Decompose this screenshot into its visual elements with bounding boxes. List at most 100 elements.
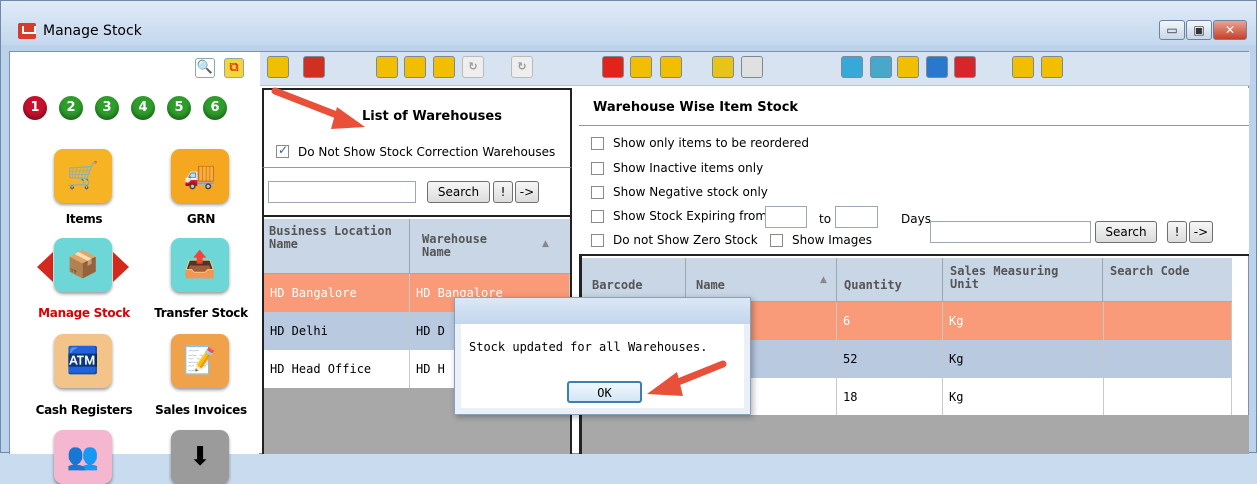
stock-in-icon[interactable] bbox=[376, 56, 398, 78]
step-3-button[interactable]: 3 bbox=[95, 96, 119, 120]
window-title: Manage Stock bbox=[43, 23, 142, 39]
step-6-button[interactable]: 6 bbox=[203, 96, 227, 120]
step-1-button[interactable]: 1 bbox=[23, 96, 47, 120]
returns-tile[interactable]: ⬇ bbox=[171, 430, 229, 484]
items-search-input[interactable] bbox=[930, 221, 1091, 243]
sales-invoices-label[interactable]: Sales Invoices bbox=[141, 403, 261, 417]
stock-adjust-icon[interactable] bbox=[433, 56, 455, 78]
next-arrow-icon[interactable] bbox=[113, 252, 129, 282]
items-search-button[interactable]: Search bbox=[1095, 221, 1157, 243]
chart-icon[interactable] bbox=[841, 56, 863, 78]
edit-icon[interactable] bbox=[926, 56, 948, 78]
show-images-checkbox[interactable] bbox=[770, 234, 783, 247]
refresh-icon[interactable]: ↻ bbox=[462, 56, 484, 78]
annotation-arrow-1 bbox=[271, 87, 365, 129]
expiring-to-input[interactable] bbox=[835, 206, 878, 228]
col-business-location[interactable]: Business Location Name bbox=[269, 225, 399, 251]
warehouses-search-bar: Search ! -> bbox=[262, 171, 572, 217]
inactive-checkbox[interactable] bbox=[591, 162, 604, 175]
col-barcode[interactable]: Barcode bbox=[592, 279, 643, 292]
cash-registers-label[interactable]: Cash Registers bbox=[24, 403, 144, 417]
stock-trolley-icon: 📦 bbox=[66, 250, 100, 280]
customers-tile[interactable]: 👥 bbox=[54, 430, 112, 484]
step-2-button[interactable]: 2 bbox=[59, 96, 83, 120]
to-label: to bbox=[819, 212, 832, 226]
items-grid-header: Barcode Name ▲ Quantity Sales Measuring … bbox=[582, 258, 1232, 302]
title-bar[interactable]: Manage Stock ▭ ▣ ✕ bbox=[1, 1, 1256, 45]
manage-stock-tile[interactable]: 📦 bbox=[54, 238, 112, 292]
reorder-checkbox[interactable] bbox=[591, 137, 604, 150]
zero-stock-label: Do not Show Zero Stock bbox=[613, 233, 758, 247]
search-icon[interactable]: 🔍 bbox=[195, 58, 215, 78]
transfer-stock-label[interactable]: Transfer Stock bbox=[141, 306, 261, 320]
stock-import-icon[interactable] bbox=[660, 56, 682, 78]
expiring-label: Show Stock Expiring from bbox=[613, 209, 768, 223]
sales-invoices-tile[interactable]: 📝 bbox=[171, 334, 229, 388]
col-quantity[interactable]: Quantity bbox=[844, 279, 902, 292]
customers-icon: 👥 bbox=[66, 442, 100, 472]
warehouse-location-cell: HD Head Office bbox=[264, 350, 410, 388]
days-label: Days bbox=[901, 212, 931, 226]
stock-move-icon[interactable] bbox=[741, 56, 763, 78]
items-clear-button[interactable]: ! bbox=[1167, 221, 1187, 243]
barcode-icon[interactable] bbox=[954, 56, 976, 78]
barcode-print-icon[interactable] bbox=[602, 56, 624, 78]
warehouses-title: List of Warehouses bbox=[362, 109, 502, 124]
copy-icon[interactable]: ⧉ bbox=[224, 58, 244, 78]
items-label[interactable]: Items bbox=[24, 212, 144, 226]
warehouses-search-button[interactable]: Search bbox=[427, 181, 490, 203]
app-cart-icon bbox=[18, 23, 36, 39]
swap-icon[interactable] bbox=[630, 56, 652, 78]
close-button[interactable]: ✕ bbox=[1213, 20, 1247, 40]
rotate-icon[interactable] bbox=[712, 56, 734, 78]
hide-correction-checkbox[interactable] bbox=[276, 143, 289, 158]
cart-add-icon[interactable] bbox=[897, 56, 919, 78]
col-sales-unit[interactable]: Sales Measuring Unit bbox=[950, 265, 1080, 291]
step-4-button[interactable]: 4 bbox=[131, 96, 155, 120]
items-next-button[interactable]: -> bbox=[1189, 221, 1213, 243]
refresh-alt-icon[interactable]: ↻ bbox=[511, 56, 533, 78]
items-header-box: Warehouse Wise Item Stock bbox=[579, 88, 1249, 126]
grn-label[interactable]: GRN bbox=[141, 212, 261, 226]
inactive-label: Show Inactive items only bbox=[613, 161, 764, 175]
transfer-icon: 📤 bbox=[183, 250, 217, 280]
item-unit-cell: Kg bbox=[943, 340, 1104, 378]
price-icon[interactable] bbox=[870, 56, 892, 78]
negative-checkbox[interactable] bbox=[591, 186, 604, 199]
zero-stock-checkbox[interactable] bbox=[591, 234, 604, 247]
checklist-icon[interactable] bbox=[1012, 56, 1034, 78]
manage-stock-label[interactable]: Manage Stock bbox=[24, 306, 144, 320]
warehouses-next-button[interactable]: -> bbox=[515, 181, 539, 203]
dialog-title-bar[interactable] bbox=[455, 298, 750, 324]
minimize-button[interactable]: ▭ bbox=[1159, 20, 1185, 40]
col-warehouse-name[interactable]: Warehouse Name bbox=[422, 233, 522, 259]
grn-tile[interactable]: 🚚 bbox=[171, 149, 229, 203]
cart-icon: 🛒 bbox=[66, 161, 100, 191]
negative-label: Show Negative stock only bbox=[613, 185, 768, 199]
items-grid-empty bbox=[582, 415, 1249, 454]
truck-icon: 🚚 bbox=[183, 161, 217, 191]
left-navigation: 🔍 ⧉ 123456 🛒 Items 🚚 GRN 📦 Manage Stock … bbox=[10, 52, 261, 484]
transfer-stock-tile[interactable]: 📤 bbox=[171, 238, 229, 292]
grid-columns-icon[interactable] bbox=[267, 56, 289, 78]
item-code-cell bbox=[1104, 340, 1232, 378]
col-search-code[interactable]: Search Code bbox=[1110, 265, 1190, 278]
warehouses-search-input[interactable] bbox=[268, 181, 416, 203]
hide-correction-label: Do Not Show Stock Correction Warehouses bbox=[298, 145, 556, 159]
cash-registers-tile[interactable]: 🏧 bbox=[54, 334, 112, 388]
warehouses-clear-button[interactable]: ! bbox=[493, 181, 513, 203]
stock-out-icon[interactable] bbox=[404, 56, 426, 78]
col-name[interactable]: Name bbox=[696, 279, 725, 292]
expiring-checkbox[interactable] bbox=[591, 210, 604, 223]
reorder-label: Show only items to be reordered bbox=[613, 136, 810, 150]
sync-icon[interactable] bbox=[1041, 56, 1063, 78]
maximize-button[interactable]: ▣ bbox=[1186, 20, 1212, 40]
export-icon[interactable] bbox=[303, 56, 325, 78]
step-5-button[interactable]: 5 bbox=[167, 96, 191, 120]
items-title: Warehouse Wise Item Stock bbox=[593, 100, 799, 115]
sort-name-icon: ▲ bbox=[820, 275, 827, 285]
expiring-from-input[interactable] bbox=[765, 206, 807, 228]
prev-arrow-icon[interactable] bbox=[37, 252, 53, 282]
items-tile[interactable]: 🛒 bbox=[54, 149, 112, 203]
ok-button[interactable]: OK bbox=[567, 381, 642, 403]
